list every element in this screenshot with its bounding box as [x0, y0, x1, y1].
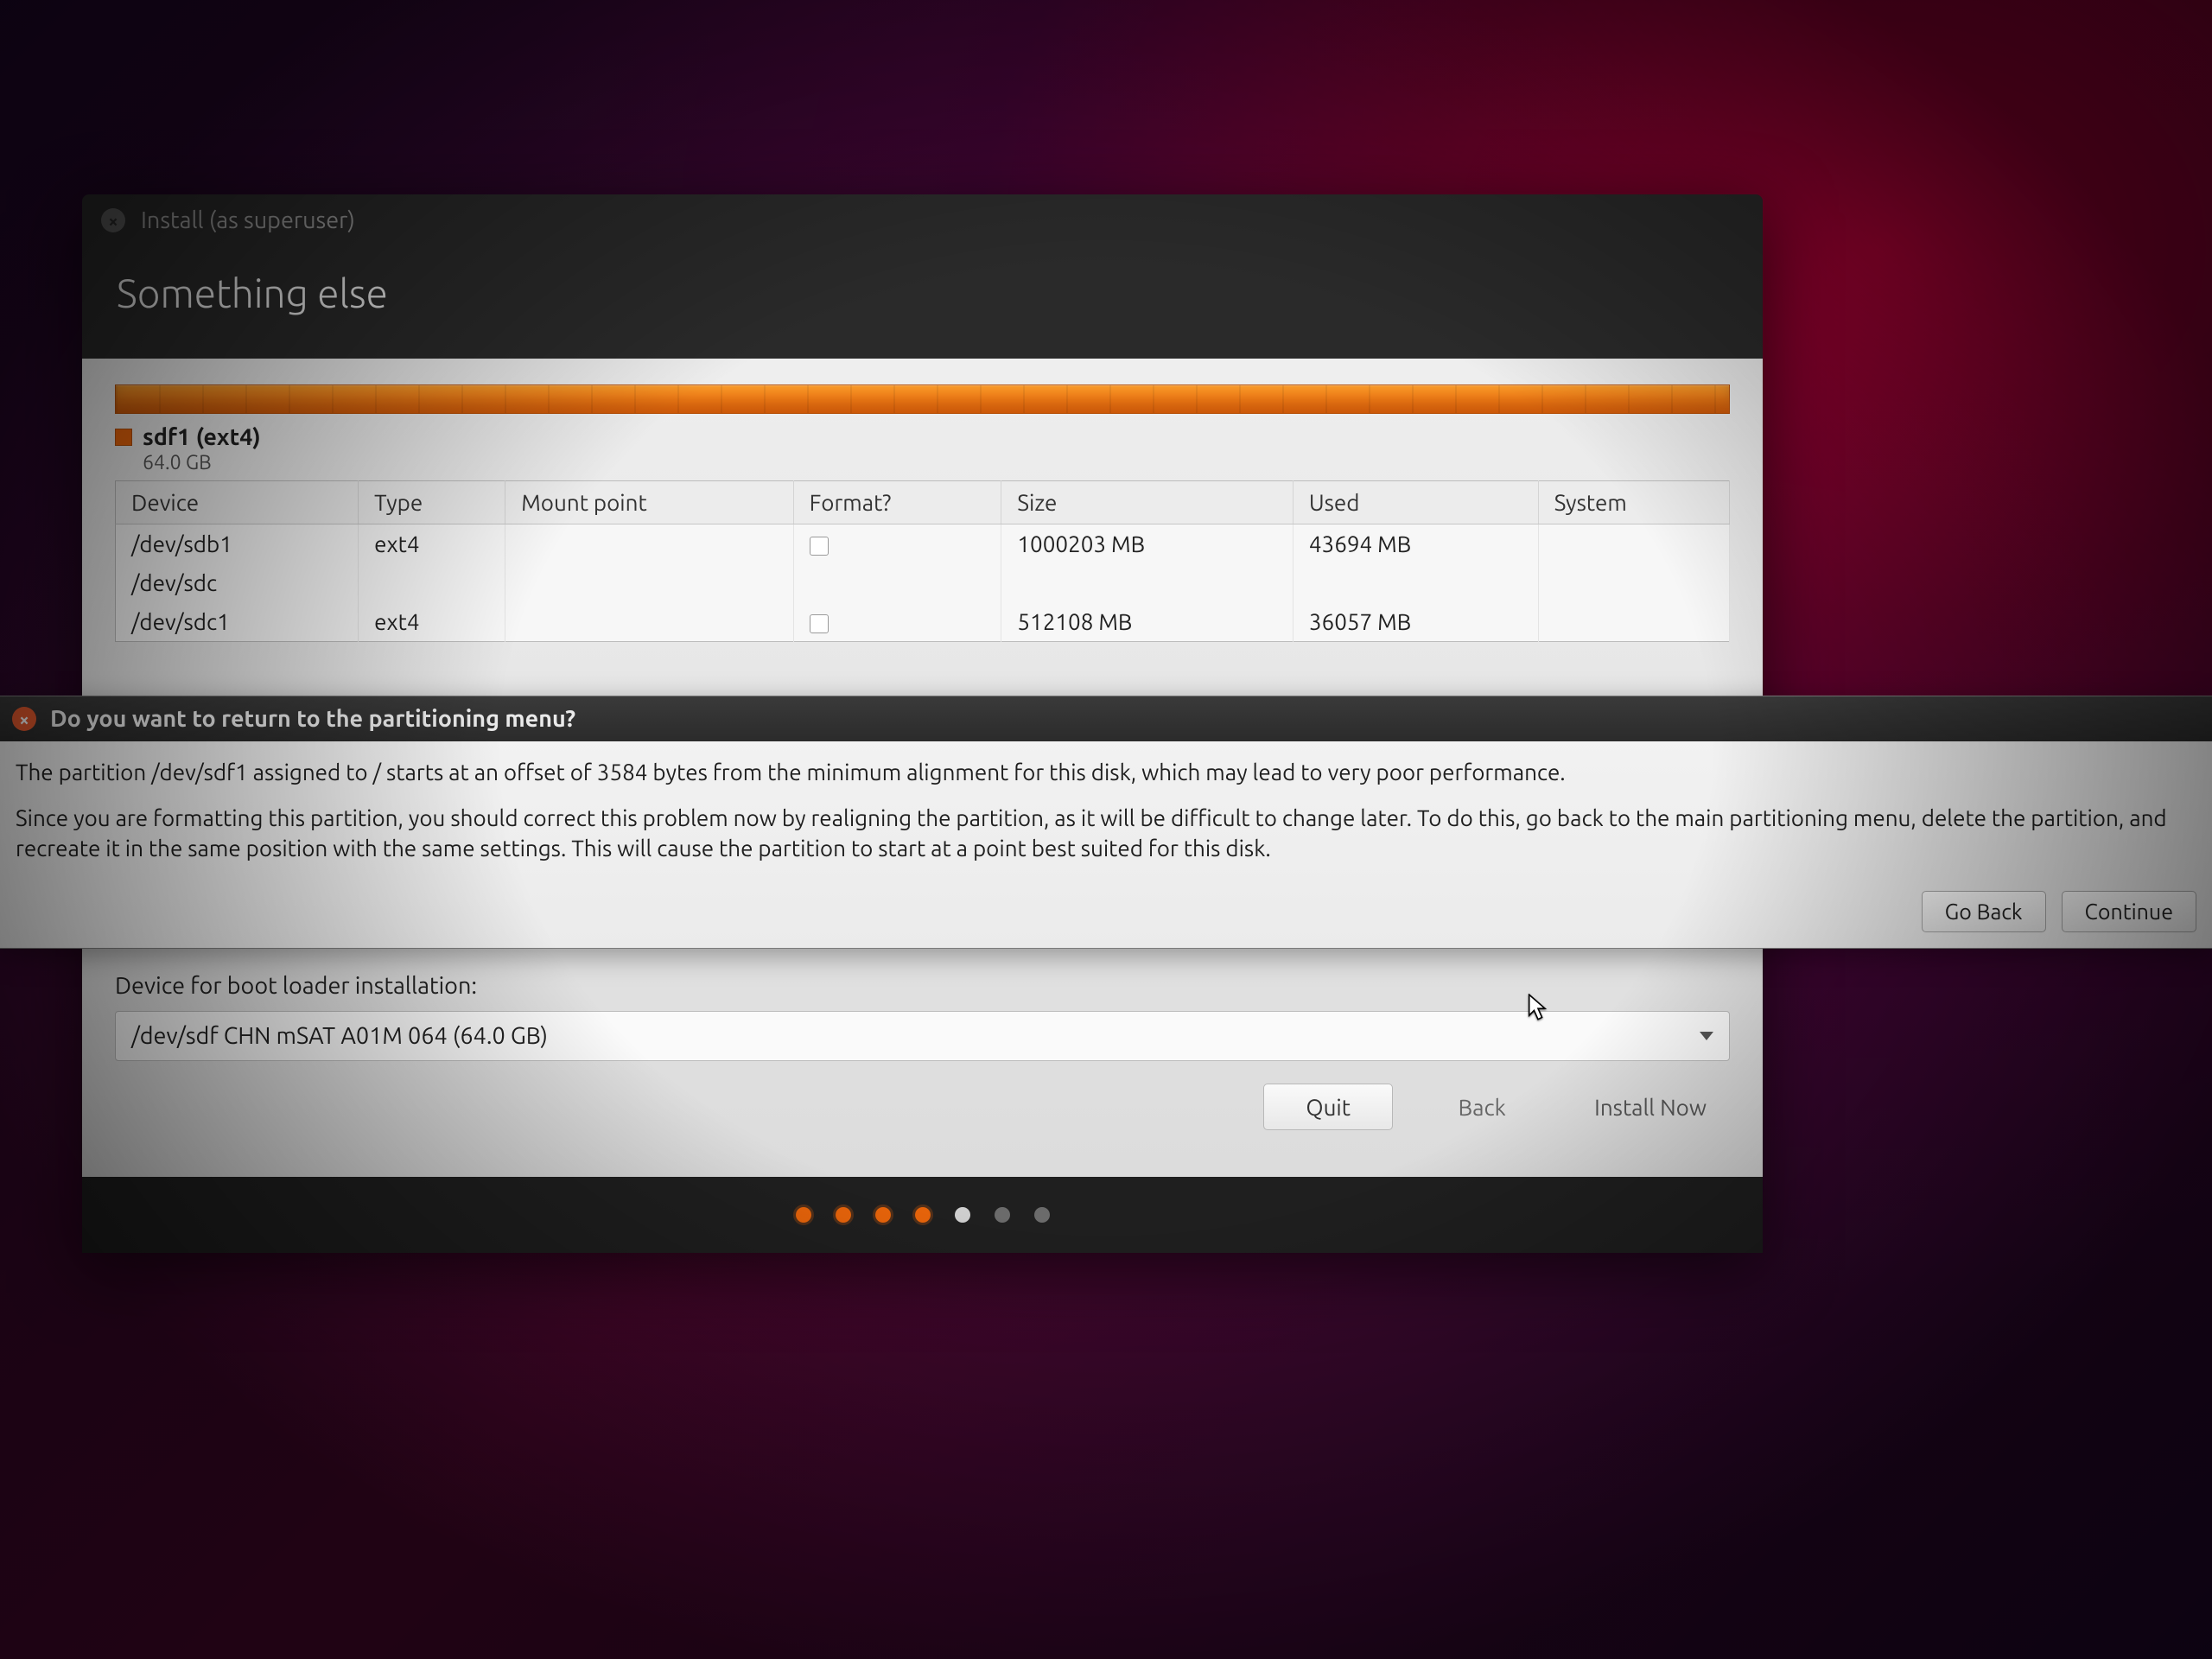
boot-device-value: /dev/sdf CHN mSAT A01M 064 (64.0 GB) [131, 1023, 548, 1049]
step-dot [836, 1207, 851, 1223]
table-row[interactable]: /dev/sdb1 ext4 1000203 MB 43694 MB [116, 524, 1730, 564]
dialog-actions: Go Back Continue [0, 886, 2212, 948]
step-dot [995, 1207, 1010, 1223]
cell-system [1538, 524, 1729, 564]
install-now-button[interactable]: Install Now [1571, 1084, 1730, 1130]
cell-system [1538, 563, 1729, 602]
dialog-body: The partition /dev/sdf1 assigned to / st… [0, 741, 2212, 886]
col-device[interactable]: Device [116, 481, 359, 524]
boot-loader-section: Device for boot loader installation: /de… [115, 973, 1730, 1177]
window-titlebar[interactable]: × Install (as superuser) [82, 194, 1763, 246]
step-dot [955, 1207, 970, 1223]
cell-used: 43694 MB [1293, 524, 1538, 564]
col-type[interactable]: Type [359, 481, 505, 524]
quit-button[interactable]: Quit [1263, 1084, 1393, 1130]
dialog-title-text: Do you want to return to the partitionin… [50, 706, 575, 732]
error-icon: × [12, 707, 36, 731]
step-dot [915, 1207, 931, 1223]
cell-type [359, 563, 505, 602]
col-format[interactable]: Format? [793, 481, 1001, 524]
cell-device: /dev/sdb1 [116, 524, 359, 564]
cell-type: ext4 [359, 602, 505, 642]
cell-format[interactable] [793, 602, 1001, 642]
progress-dots [82, 1177, 1763, 1253]
step-dot [1034, 1207, 1050, 1223]
disk-color-swatch [115, 429, 132, 446]
dialog-titlebar[interactable]: × Do you want to return to the partition… [0, 696, 2212, 741]
cell-used: 36057 MB [1293, 602, 1538, 642]
cell-device: /dev/sdc1 [116, 602, 359, 642]
chevron-down-icon [1700, 1032, 1713, 1040]
cell-format [793, 563, 1001, 602]
continue-button[interactable]: Continue [2062, 891, 2196, 932]
col-used[interactable]: Used [1293, 481, 1538, 524]
step-dot [796, 1207, 811, 1223]
disk-size: 64.0 GB [143, 452, 1730, 474]
cell-size [1001, 563, 1293, 602]
cell-format[interactable] [793, 524, 1001, 564]
cell-size: 512108 MB [1001, 602, 1293, 642]
table-row[interactable]: /dev/sdc1 ext4 512108 MB 36057 MB [116, 602, 1730, 642]
window-title: Install (as superuser) [141, 207, 355, 233]
table-header-row: Device Type Mount point Format? Size Use… [116, 481, 1730, 524]
boot-device-select[interactable]: /dev/sdf CHN mSAT A01M 064 (64.0 GB) [115, 1011, 1730, 1061]
wizard-buttons: Quit Back Install Now [115, 1061, 1730, 1160]
cell-mount [505, 524, 793, 564]
col-system[interactable]: System [1538, 481, 1729, 524]
alignment-warning-dialog: × Do you want to return to the partition… [0, 696, 2212, 949]
disk-name: sdf1 (ext4) [143, 424, 261, 450]
cell-size: 1000203 MB [1001, 524, 1293, 564]
step-dot [875, 1207, 891, 1223]
col-size[interactable]: Size [1001, 481, 1293, 524]
col-mount[interactable]: Mount point [505, 481, 793, 524]
cell-mount [505, 602, 793, 642]
cell-used [1293, 563, 1538, 602]
table-row[interactable]: /dev/sdc [116, 563, 1730, 602]
go-back-button[interactable]: Go Back [1922, 891, 2046, 932]
cell-device: /dev/sdc [116, 563, 359, 602]
cell-type: ext4 [359, 524, 505, 564]
page-title: Something else [82, 246, 1763, 359]
dialog-paragraph: The partition /dev/sdf1 assigned to / st… [16, 757, 2196, 787]
disk-legend: sdf1 (ext4) [115, 424, 1730, 450]
disk-usage-bar[interactable] [115, 385, 1730, 414]
dialog-paragraph: Since you are formatting this partition,… [16, 803, 2196, 863]
partition-table[interactable]: Device Type Mount point Format? Size Use… [115, 480, 1730, 642]
back-button[interactable]: Back [1417, 1084, 1547, 1130]
boot-loader-label: Device for boot loader installation: [115, 973, 1730, 999]
cell-mount [505, 563, 793, 602]
close-icon[interactable]: × [101, 208, 125, 232]
cell-system [1538, 602, 1729, 642]
checkbox-icon[interactable] [810, 537, 829, 556]
checkbox-icon[interactable] [810, 614, 829, 633]
